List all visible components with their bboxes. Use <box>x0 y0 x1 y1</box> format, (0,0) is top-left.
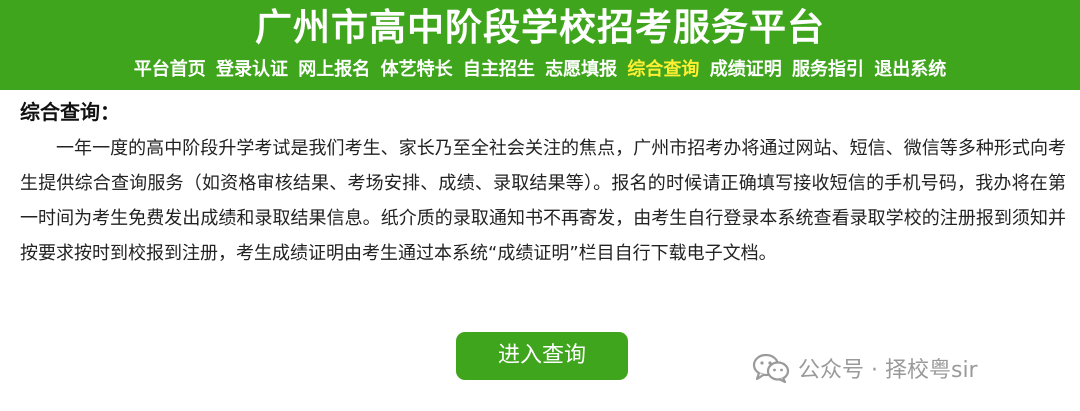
wechat-icon <box>752 353 790 383</box>
nav-online-registration[interactable]: 网上报名 <box>298 59 370 80</box>
nav-comprehensive-query[interactable]: 综合查询 <box>627 59 699 80</box>
main-nav: 平台首页 登录认证 网上报名 体艺特长 自主招生 志愿填报 综合查询 成绩证明 … <box>0 56 1080 84</box>
nav-home[interactable]: 平台首页 <box>134 59 206 80</box>
watermark: 公众号 · 择校粤sir <box>752 348 978 388</box>
watermark-text: 公众号 · 择校粤sir <box>798 358 978 383</box>
intro-paragraph: 一年一度的高中阶段升学考试是我们考生、家长乃至全社会关注的焦点，广州市招考办将通… <box>20 138 1066 264</box>
nav-independent-admission[interactable]: 自主招生 <box>463 59 535 80</box>
nav-logout[interactable]: 退出系统 <box>874 59 946 80</box>
enter-query-button[interactable]: 进入查询 <box>456 332 628 380</box>
site-title: 广州市高中阶段学校招考服务平台 <box>255 6 825 49</box>
nav-score-certificate[interactable]: 成绩证明 <box>710 59 782 80</box>
nav-service-guide[interactable]: 服务指引 <box>792 59 864 80</box>
nav-login[interactable]: 登录认证 <box>216 59 288 80</box>
nav-application-filling[interactable]: 志愿填报 <box>545 59 617 80</box>
site-header: 广州市高中阶段学校招考服务平台 平台首页 登录认证 网上报名 体艺特长 自主招生… <box>0 0 1080 90</box>
section-title: 综合查询： <box>20 100 120 124</box>
nav-arts-sports[interactable]: 体艺特长 <box>381 59 453 80</box>
